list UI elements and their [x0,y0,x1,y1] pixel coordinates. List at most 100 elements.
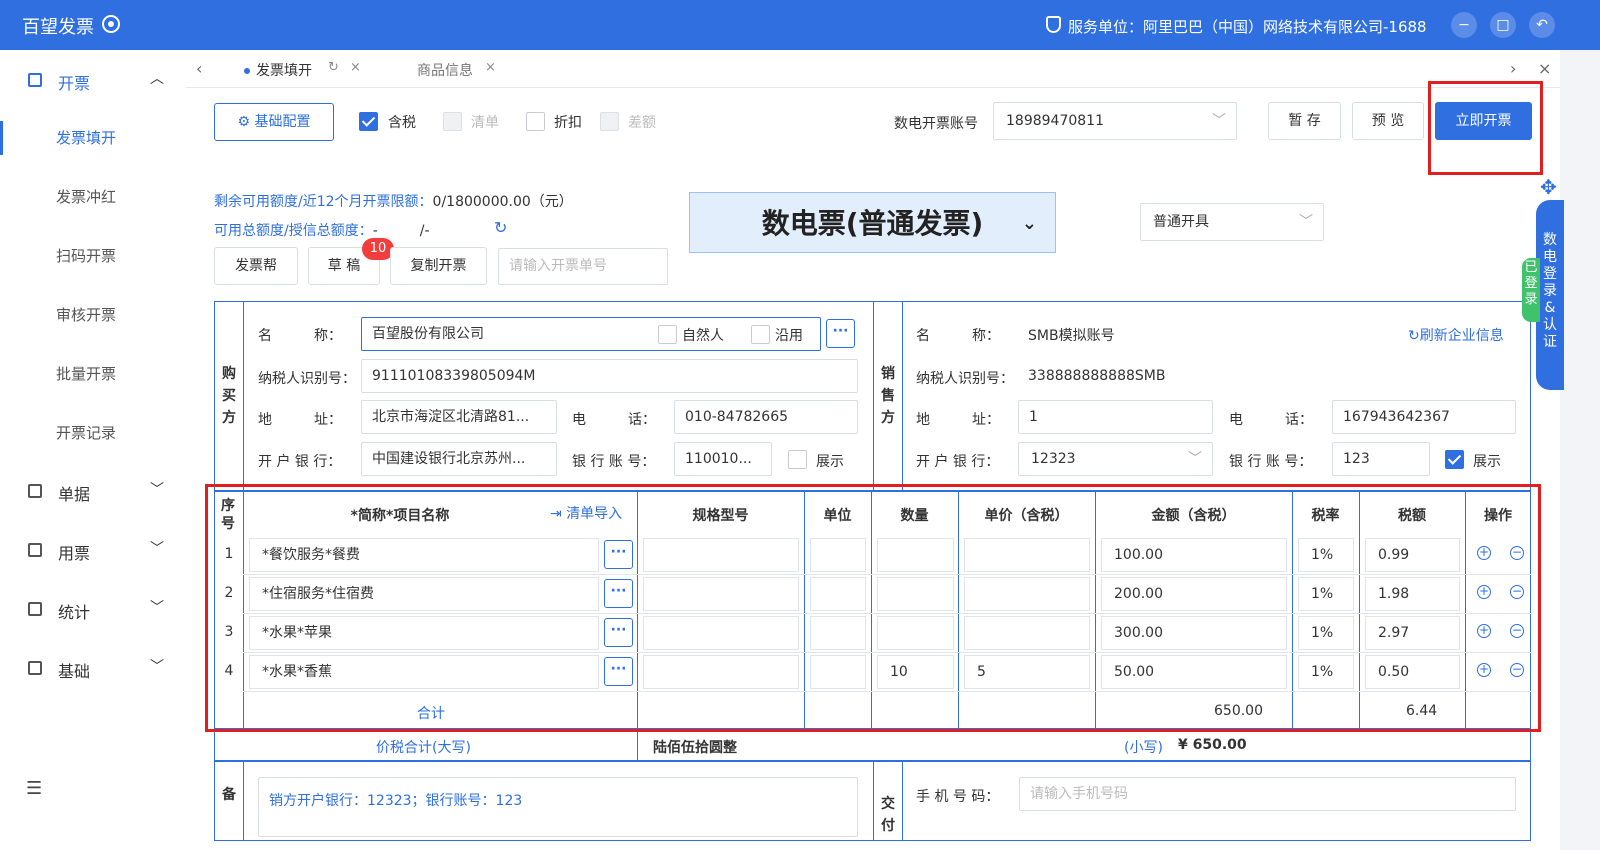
sidebar-group-invoice[interactable]: 开票 ︿ [0,55,186,105]
close-icon[interactable]: × [350,60,361,75]
quota-line-1: 剩余可用额度/近12个月开票限额：0/1800000.00（元） [214,191,573,211]
delivery-phone-label: 手 机 号 码： [916,789,1000,805]
buyer-address-input[interactable]: 北京市海淀区北清路81... [361,400,557,434]
tab-prev-icon[interactable]: ‹ [196,59,202,78]
list-checkbox[interactable] [443,112,462,131]
scrollbar[interactable] [1560,50,1600,850]
basic-config-button[interactable]: ⚙ 基础配置 [214,103,334,141]
copy-invoice-button[interactable]: 复制开票 [390,247,487,285]
sidebar-group-label: 开票 [58,74,91,93]
quota-label: 剩余可用额度/近12个月开票限额： [214,194,433,210]
close-all-icon[interactable]: × [1538,59,1551,78]
sidebar-item-scan-invoice[interactable]: 扫码开票 [0,231,186,281]
chevron-down-icon: ﹀ [150,600,164,616]
save-draft-button[interactable]: 暂 存 [1268,102,1341,140]
refresh-quota-icon[interactable]: ↻ [494,218,507,237]
buyer-address-value: 北京市海淀区北清路81... [372,409,530,425]
buyer-bank-input[interactable]: 中国建设银行北京苏州... [361,442,557,476]
quota-line-2: 可用总额度/授信总额度：- /- [214,220,430,240]
service-unit: 服务单位：阿里巴巴（中国）网络技术有限公司-1688 [1068,18,1427,36]
buyer-show-checkbox[interactable] [788,450,807,469]
refresh-icon[interactable]: ↻ [328,60,339,75]
sidebar-group-basic[interactable]: 基础 ﹀ [0,643,186,693]
account-value: 18989470811 [1006,113,1104,129]
buyer-show-label: 展示 [816,454,844,470]
sidebar-item-batch-invoice[interactable]: 批量开票 [0,349,186,399]
reuse-checkbox[interactable] [751,325,770,344]
sidebar-group-tickets[interactable]: 用票 ﹀ [0,525,186,575]
shield-icon [1046,16,1061,33]
account-select[interactable]: 18989470811 ﹀ [993,102,1237,140]
menu-toggle-icon[interactable]: ☰ [26,778,42,799]
invoice-help-button[interactable]: 发票帮 [214,247,298,285]
chart-icon [28,602,42,616]
sidebar-item-invoice-records[interactable]: 开票记录 [0,408,186,458]
remark-textarea[interactable]: 销方开户银行：12323；银行账号：123 [258,777,858,837]
refresh-company-link[interactable]: ↻刷新企业信息 [1408,325,1504,345]
minimize-button[interactable]: − [1451,12,1477,38]
chevron-down-icon: ﹀ [150,482,164,498]
seller-bank-select[interactable]: 12323 ﹀ [1018,442,1213,476]
base-icon [28,661,42,675]
gear-icon: ⚙ [237,114,255,130]
move-icon[interactable]: ✥ [1540,175,1557,199]
seller-bank-label: 开 户 银 行： [916,454,1000,470]
tax-included-checkbox[interactable] [359,112,378,131]
seller-phone-input[interactable]: 167943642367 [1332,400,1516,434]
remark-text: 销方开户银行：12323；银行账号：123 [269,793,523,809]
tab-goods-info[interactable]: 商品信息 [417,60,473,80]
buyer-tax-id-input[interactable]: 91110108339805094M [361,359,858,393]
sidebar: 开票 ︿ 发票填开 发票冲红 扫码开票 审核开票 批量开票 开票记录 单据 ﹀ … [0,50,186,850]
seller-show-label: 展示 [1473,454,1501,470]
refresh-company-label: 刷新企业信息 [1419,328,1504,344]
tab-fill-invoice[interactable]: 发票填开 [244,60,312,80]
sidebar-item-label: 开票记录 [56,424,117,442]
sidebar-item-label: 扫码开票 [56,247,117,265]
list-label: 清单 [471,115,499,131]
close-icon[interactable]: × [485,60,496,75]
seller-phone-label: 电 话： [1229,412,1313,428]
natural-person-checkbox[interactable] [658,325,677,344]
issue-mode-value: 普通开具 [1153,214,1209,230]
buyer-more-button[interactable]: ··· [826,319,855,348]
grand-total-small-label: (小写) [1124,740,1163,756]
sidebar-item-red-invoice[interactable]: 发票冲红 [0,172,186,222]
back-button[interactable]: ↶ [1529,12,1555,38]
buyer-account-input[interactable]: 110010... [674,442,772,476]
difference-checkbox[interactable] [600,112,619,131]
sidebar-item-fill-invoice[interactable]: 发票填开 [0,113,186,163]
seller-phone-value: 167943642367 [1343,409,1450,425]
sidebar-group-documents[interactable]: 单据 ﹀ [0,466,186,516]
seller-show-checkbox[interactable] [1445,450,1464,469]
sidebar-item-label: 发票冲红 [56,188,117,206]
divider [873,761,874,841]
sidebar-item-review-invoice[interactable]: 审核开票 [0,290,186,340]
quota-value: - /- [372,223,430,239]
tax-included-label: 含税 [388,115,416,131]
discount-checkbox[interactable] [526,112,545,131]
seller-address-input[interactable]: 1 [1018,400,1213,434]
divider [243,761,244,841]
delivery-phone-input[interactable]: 请输入手机号码 [1019,777,1516,811]
seller-account-input[interactable]: 123 [1332,442,1430,476]
preview-button[interactable]: 预 览 [1352,102,1424,140]
digital-login-panel-tab[interactable]: 数电登录&认证 [1536,200,1564,390]
basic-config-label: 基础配置 [254,114,311,130]
seller-tax-id-label: 纳税人识别号： [916,371,1014,387]
invoice-number-input[interactable]: 请输入开票单号 [498,248,668,285]
chevron-down-icon: ﹀ [1188,451,1202,467]
sidebar-group-label: 统计 [58,603,91,622]
divider [902,761,903,841]
highlight-issue-button [1428,81,1543,175]
sidebar-group-label: 用票 [58,544,91,563]
difference-label: 差额 [628,115,656,131]
maximize-button[interactable]: □ [1490,12,1516,38]
seller-name-value: SMB模拟账号 [1028,328,1115,344]
issue-mode-select[interactable]: 普通开具 ﹀ [1140,203,1324,241]
reuse-label: 沿用 [775,328,803,344]
tab-label: 发票填开 [256,63,312,79]
invoice-type-select[interactable]: 数电票(普通发票) ⌄ [689,192,1056,253]
sidebar-group-stats[interactable]: 统计 ﹀ [0,584,186,634]
buyer-phone-input[interactable]: 010-84782665 [674,400,858,434]
tab-next-icon[interactable]: › [1510,59,1516,78]
